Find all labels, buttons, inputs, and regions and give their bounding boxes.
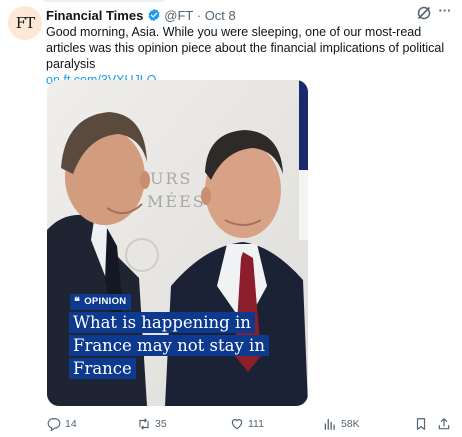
background-text-1: URS — [150, 169, 193, 188]
share-icon — [438, 418, 450, 430]
author-name[interactable]: Financial Times — [46, 8, 143, 23]
quote-icon: ❝ — [74, 296, 81, 308]
verified-badge-icon — [148, 8, 160, 22]
views-icon — [324, 418, 335, 430]
share-button[interactable] — [437, 414, 455, 434]
reply-button[interactable]: 14 — [47, 414, 77, 434]
more-icon[interactable]: ··· — [436, 4, 454, 21]
repost-icon — [139, 418, 149, 430]
grok-icon[interactable] — [416, 5, 432, 21]
views-button[interactable]: 58K — [323, 414, 360, 434]
article-headline: What is happening in France may not stay… — [69, 311, 269, 380]
reply-count: 14 — [65, 418, 77, 430]
repost-button[interactable]: 35 — [137, 414, 167, 434]
bookmark-button[interactable] — [414, 414, 432, 434]
tweet-header: Financial Times @FT · Oct 8 — [46, 7, 236, 23]
avatar-text: FT — [15, 14, 35, 32]
repost-count: 35 — [155, 418, 167, 430]
like-count: 111 — [248, 418, 264, 430]
opinion-badge: ❝ OPINION — [70, 294, 132, 310]
previous-tweet-edge — [0, 0, 462, 5]
views-count: 58K — [341, 418, 360, 430]
bookmark-icon — [416, 418, 426, 430]
like-button[interactable]: 111 — [230, 414, 264, 434]
avatar[interactable]: FT — [8, 6, 42, 40]
background-text-2: MÉES — [147, 191, 206, 211]
handle-and-date[interactable]: @FT · Oct 8 — [164, 8, 235, 23]
previous-tweet-text — [44, 0, 164, 2]
tweet-body: Good morning, Asia. While you were sleep… — [46, 25, 445, 71]
reply-icon — [47, 418, 61, 431]
headline-text: What is happening in France may not stay… — [69, 312, 269, 379]
like-icon — [231, 419, 243, 430]
opinion-label: OPINION — [84, 296, 127, 307]
tweet-text: Good morning, Asia. While you were sleep… — [46, 24, 458, 88]
tweet-actions: 14 35 111 58K — [0, 414, 462, 434]
